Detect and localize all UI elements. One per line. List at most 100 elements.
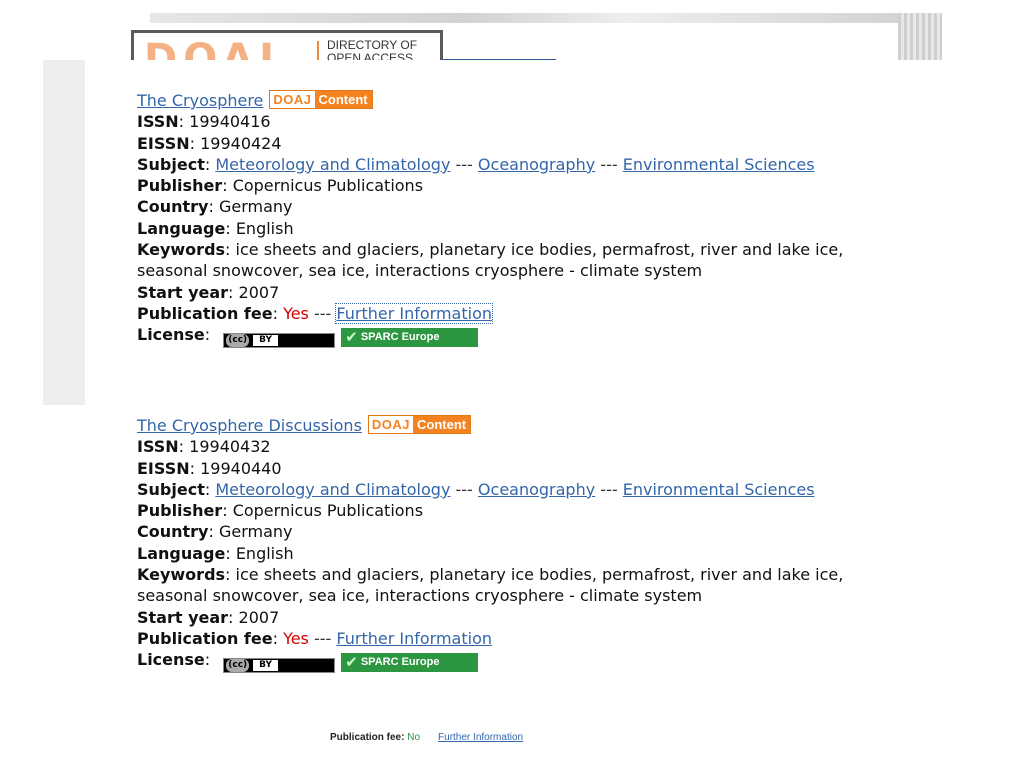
fee-separator: --- [313, 628, 332, 648]
keywords-label: Keywords [137, 565, 226, 585]
publisher-value: Copernicus Publications [232, 176, 424, 196]
language-label: Language [137, 218, 226, 238]
subject-link-environmental[interactable]: Environmental Sciences [623, 155, 815, 174]
license-line: License: (cc) BY ✔ SPARC Europe [137, 324, 847, 349]
subject-separator: --- [455, 479, 473, 499]
country-label: Country [137, 522, 209, 542]
doaj-logo[interactable]: DOAJ DIRECTORY OF OPEN ACCESS [131, 30, 443, 61]
sparc-europe-seal[interactable]: ✔ SPARC Europe [341, 653, 479, 673]
subject-line: Subject: Meteorology and Climatology ---… [137, 154, 815, 174]
background-further-info-link[interactable]: Further Information [438, 732, 523, 743]
issn-line: ISSN: 19940432 [137, 437, 271, 457]
license-label: License [137, 325, 205, 345]
background-fee-value: No [407, 732, 421, 743]
publication-fee-label: Publication fee [137, 303, 273, 323]
license-label: License [137, 650, 205, 670]
publisher-line: Publisher: Copernicus Publications [137, 176, 424, 196]
subject-link-oceanography[interactable]: Oceanography [478, 155, 595, 174]
checkmark-icon: ✔ [345, 653, 358, 672]
publisher-value: Copernicus Publications [232, 501, 424, 521]
left-sidebar-panel [43, 60, 85, 405]
country-label: Country [137, 197, 209, 217]
doaj-badge-right: Content [314, 91, 372, 108]
country-line: Country: Germany [137, 197, 293, 217]
country-value: Germany [218, 197, 293, 217]
language-value: English [235, 543, 294, 563]
logo-caption: DIRECTORY OF OPEN ACCESS [327, 39, 417, 62]
publication-fee-label: Publication fee [137, 628, 273, 648]
eissn-value: 19940424 [200, 133, 282, 153]
further-information-link[interactable]: Further Information [335, 302, 493, 324]
issn-value: 19940416 [189, 112, 271, 132]
issn-line: ISSN: 19940416 [137, 112, 271, 132]
popup-edge [85, 60, 942, 62]
fee-separator: --- [313, 303, 332, 323]
cc-by-label: BY [253, 335, 279, 347]
doaj-badge-left: DOAJ [270, 91, 315, 108]
journal-title-link[interactable]: The Cryosphere [137, 91, 263, 110]
subject-separator: --- [455, 154, 473, 174]
start-year-label: Start year [137, 282, 229, 302]
doaj-content-badge[interactable]: DOAJ Content [367, 415, 472, 434]
doaj-badge-left: DOAJ [368, 416, 414, 433]
journal-record: The Cryosphere DOAJ Content ISSN: 19940416… [137, 90, 847, 349]
subject-link-oceanography[interactable]: Oceanography [478, 480, 595, 499]
language-line: Language: English [137, 543, 294, 563]
keywords-value: ice sheets and glaciers, planetary ice b… [137, 565, 844, 606]
cc-by-license-badge[interactable]: (cc) BY [223, 333, 336, 349]
subject-link-environmental[interactable]: Environmental Sciences [623, 480, 815, 499]
subject-separator: --- [600, 154, 618, 174]
start-year-line: Start year: 2007 [137, 607, 280, 627]
eissn-label: EISSN [137, 458, 190, 478]
site-banner-graphic [898, 13, 942, 60]
eissn-line: EISSN: 19940440 [137, 458, 282, 478]
journal-title-link[interactable]: The Cryosphere Discussions [137, 416, 362, 435]
eissn-label: EISSN [137, 133, 190, 153]
publication-fee-value: Yes [283, 303, 309, 323]
start-year-value: 2007 [238, 607, 280, 627]
eissn-value: 19940440 [200, 458, 282, 478]
issn-label: ISSN [137, 437, 179, 457]
country-value: Germany [218, 522, 293, 542]
logo-letters: DOAJ [144, 36, 280, 61]
keywords-label: Keywords [137, 240, 226, 260]
cc-icon: (cc) [226, 659, 250, 673]
cc-by-license-badge[interactable]: (cc) BY [223, 658, 336, 674]
sparc-label: SPARC Europe [360, 656, 440, 669]
subject-link-meteorology[interactable]: Meteorology and Climatology [215, 480, 450, 499]
keywords-value: ice sheets and glaciers, planetary ice b… [137, 240, 844, 281]
further-information-link[interactable]: Further Information [336, 629, 492, 648]
checkmark-icon: ✔ [345, 328, 358, 347]
logo-divider [317, 41, 319, 61]
keywords-line: Keywords: ice sheets and glaciers, plane… [137, 565, 844, 606]
license-line: License: (cc) BY ✔ SPARC Europe [137, 649, 847, 674]
subject-label: Subject [137, 154, 205, 174]
record-title-line: The Cryosphere DOAJ Content [137, 90, 847, 111]
doaj-content-badge[interactable]: DOAJ Content [269, 90, 373, 109]
site-banner [150, 13, 942, 23]
issn-label: ISSN [137, 112, 179, 132]
start-year-value: 2007 [238, 282, 280, 302]
publication-fee-value: Yes [283, 628, 309, 648]
issn-value: 19940432 [189, 437, 271, 457]
sparc-europe-seal[interactable]: ✔ SPARC Europe [341, 328, 479, 348]
subject-label: Subject [137, 479, 205, 499]
publisher-label: Publisher [137, 501, 223, 521]
journal-record: The Cryosphere Discussions DOAJ Content IS… [137, 415, 847, 674]
language-value: English [235, 218, 294, 238]
publication-fee-line: Publication fee: Yes --- Further Informa… [137, 302, 493, 324]
background-fee-label: Publication fee: [330, 732, 405, 743]
subject-separator: --- [600, 479, 618, 499]
publisher-line: Publisher: Copernicus Publications [137, 501, 424, 521]
record-title-line: The Cryosphere Discussions DOAJ Content [137, 415, 847, 436]
keywords-line: Keywords: ice sheets and glaciers, plane… [137, 240, 844, 281]
eissn-line: EISSN: 19940424 [137, 133, 282, 153]
doaj-badge-right: Content [413, 416, 471, 433]
language-label: Language [137, 543, 226, 563]
cc-by-label: BY [253, 660, 279, 672]
cc-icon: (cc) [226, 334, 250, 348]
publisher-label: Publisher [137, 176, 223, 196]
subject-link-meteorology[interactable]: Meteorology and Climatology [215, 155, 450, 174]
subject-line: Subject: Meteorology and Climatology ---… [137, 479, 815, 499]
sparc-label: SPARC Europe [360, 331, 440, 344]
